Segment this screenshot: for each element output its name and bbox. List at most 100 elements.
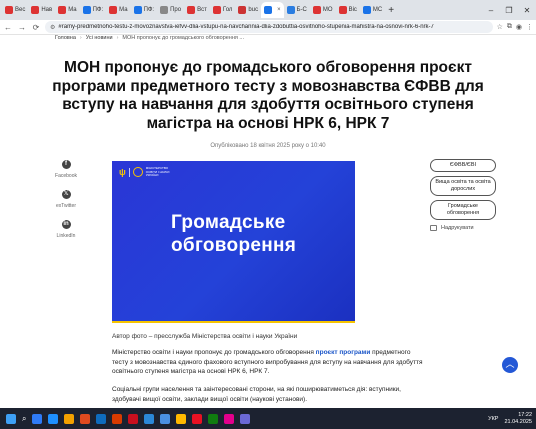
taskbar-app-icon[interactable] (112, 413, 123, 424)
tab-label: ПФ: (92, 7, 104, 13)
tag-chip[interactable]: Громадське обговорення (430, 200, 496, 220)
browser-tab[interactable]: Ма (106, 2, 130, 18)
tab-label: buc (248, 7, 259, 13)
x-twitter-icon: 𝕏 (61, 190, 71, 199)
browser-tab[interactable]: Вст (184, 2, 210, 18)
reload-button[interactable]: ⟳ (31, 23, 41, 32)
tab-label: Про (170, 7, 182, 13)
tab-favicon-icon (286, 6, 295, 14)
browser-tab[interactable]: ПФ: (80, 2, 107, 18)
browser-tab[interactable]: МС (360, 2, 385, 18)
print-button[interactable]: Надрукувати (430, 225, 474, 231)
linkedin-icon: in (61, 220, 71, 229)
address-bar[interactable]: ⚙ #ramy-predmetnoho-testu-z-movoznavstva… (45, 21, 493, 33)
tab-close-icon[interactable]: × (277, 7, 281, 13)
extensions-icon[interactable]: ⧉ (507, 23, 512, 31)
breadcrumb-news[interactable]: Усі новини (86, 35, 113, 41)
close-window-button[interactable]: ✕ (518, 6, 536, 15)
breadcrumb: Головна › Усі новини › МОН пропонує до г… (55, 35, 244, 41)
maximize-button[interactable]: ❐ (500, 6, 518, 15)
tab-label: Ма (119, 7, 128, 13)
ministry-logo-icon (132, 167, 143, 178)
taskbar-app-icon[interactable] (176, 413, 187, 424)
share-label: exTwitter (55, 203, 76, 209)
paragraph-1-text-start: Міністерство освіти і науки пропонує до … (112, 349, 316, 356)
share-extwitter[interactable]: 𝕏exTwitter (55, 190, 77, 209)
browser-tab[interactable]: Ма (55, 2, 79, 18)
breadcrumb-separator-icon: › (79, 35, 82, 41)
tab-label: МС (372, 7, 383, 13)
browser-tab[interactable]: Віс (336, 2, 360, 18)
taskbar-app-icon[interactable] (32, 413, 43, 424)
photo-caption: Автор фото – пресслужба Міністерства осв… (112, 333, 298, 340)
taskbar-app-icon[interactable] (128, 413, 139, 424)
tab-favicon-icon (109, 6, 118, 14)
hero-headline: Громадське обговорення (171, 211, 296, 257)
tag-list: ЄФВВ/ЄВІ Вища освіта та освіта дорослих Гр… (430, 159, 496, 224)
paragraph-2: Соціальні групи населення та заінтересов… (112, 386, 401, 403)
site-info-icon[interactable]: ⚙ (50, 24, 55, 31)
taskbar-app-icon[interactable] (96, 413, 107, 424)
start-button[interactable] (6, 413, 16, 424)
new-tab-button[interactable]: + (385, 5, 397, 16)
share-linkedin[interactable]: in LinkedIn (55, 220, 77, 239)
back-button[interactable]: ← (3, 23, 13, 32)
profile-icon[interactable]: ◉ (516, 23, 522, 31)
browser-tab-strip: Вес Нав Ма ПФ: Ма ПФ: Про Вст Гол buc × Б-С МО Віс МС + (0, 0, 536, 20)
menu-icon[interactable]: ⋮ (526, 23, 533, 31)
clock[interactable]: 17:22 21.04.2025 (504, 412, 532, 426)
tab-favicon-icon (264, 6, 273, 14)
printer-icon (430, 225, 437, 231)
taskbar-app-icon[interactable] (160, 413, 171, 424)
taskbar-app-icon[interactable] (64, 413, 75, 424)
paragraph-1: Міністерство освіти і науки пропонує до … (112, 348, 428, 377)
browser-tab[interactable]: Б-С (284, 2, 310, 18)
bookmark-star-icon[interactable]: ☆ (497, 23, 503, 31)
taskbar-app-icon[interactable] (48, 413, 59, 424)
breadcrumb-home[interactable]: Головна (55, 35, 76, 41)
browser-tab[interactable]: Гол (210, 2, 236, 18)
taskbar-app-icon[interactable] (224, 413, 235, 424)
search-icon[interactable]: ⌕ (22, 414, 26, 424)
tab-label: Гол (222, 7, 233, 13)
windows-taskbar: ⌕ (0, 408, 536, 429)
share-facebook[interactable]: f Facebook (55, 160, 77, 179)
tab-favicon-icon (31, 6, 40, 14)
browser-tab[interactable]: Про (157, 2, 184, 18)
taskbar-app-icon[interactable] (240, 413, 251, 424)
share-label: LinkedIn (56, 233, 76, 239)
share-label: Facebook (55, 173, 77, 179)
window-controls: – ❐ ✕ (482, 0, 536, 20)
tag-chip[interactable]: ЄФВВ/ЄВІ (430, 159, 496, 172)
browser-tab[interactable]: ПФ: (131, 2, 158, 18)
tab-favicon-icon (187, 6, 196, 14)
tab-label: МО (322, 7, 333, 13)
web-page: Головна › Усі новини › МОН пропонує до г… (0, 35, 536, 408)
forward-button[interactable]: → (17, 23, 27, 32)
clock-time: 17:22 (518, 411, 532, 418)
hero-headline-line2: обговорення (171, 235, 297, 256)
language-indicator[interactable]: УКР (488, 416, 498, 422)
program-link[interactable]: проєкт програми (316, 349, 371, 356)
browser-tab[interactable]: Нав (28, 2, 55, 18)
browser-tab[interactable]: × (261, 2, 284, 18)
hero-headline-line1: Громадське (171, 212, 286, 233)
taskbar-app-icon[interactable] (144, 413, 155, 424)
published-date: Опубліковано 18 квітня 2025 року о 10:40 (210, 143, 326, 149)
tag-chip[interactable]: Вища освіта та освіта дорослих (430, 176, 496, 196)
scroll-to-top-button[interactable]: ︿ (502, 357, 518, 373)
taskbar-app-icon[interactable] (80, 413, 91, 424)
system-tray: УКР 17:22 21.04.2025 (488, 409, 532, 428)
taskbar-app-icon[interactable] (192, 413, 203, 424)
minimize-button[interactable]: – (482, 6, 500, 15)
taskbar-app-icon[interactable] (208, 413, 219, 424)
toolbar-icons: ☆ ⧉ ◉ ⋮ (497, 23, 533, 31)
browser-tab[interactable]: buc (235, 2, 261, 18)
tab-favicon-icon (82, 6, 91, 14)
browser-tab[interactable]: Вес (2, 2, 28, 18)
breadcrumb-separator-icon: › (116, 35, 119, 41)
url-text[interactable]: #ramy-predmetnoho-testu-z-movoznavstva-i… (58, 24, 434, 30)
browser-tab[interactable]: МО (310, 2, 336, 18)
tab-label: Б-С (296, 7, 307, 13)
article-title: МОН пропонує до громадського обговорення… (52, 59, 484, 132)
